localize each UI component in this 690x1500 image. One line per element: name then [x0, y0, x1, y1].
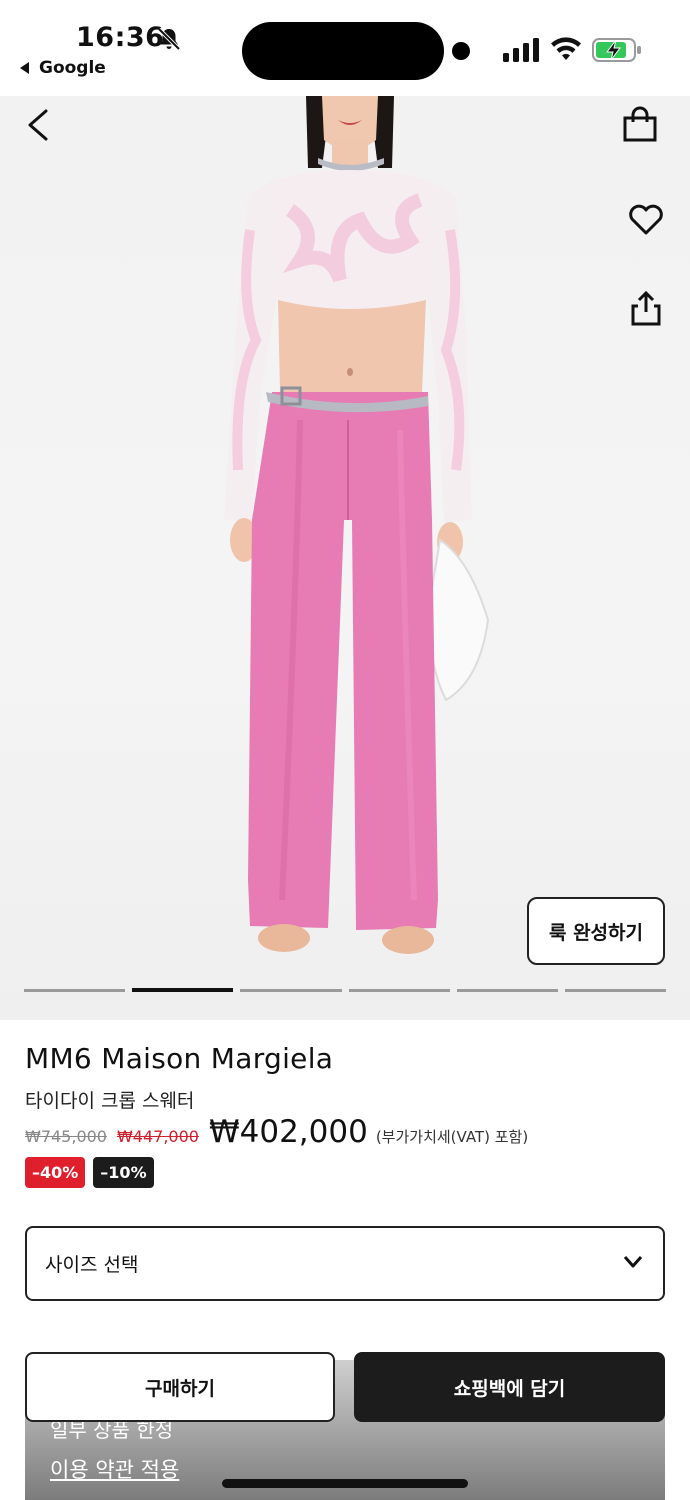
terms-link[interactable]: 이용 약관 적용 — [50, 1454, 179, 1484]
heart-wishlist-icon[interactable] — [628, 204, 664, 236]
extra-discount-badge: –10% — [93, 1157, 154, 1188]
shopping-bag-icon[interactable] — [622, 106, 658, 142]
battery-charging-icon — [592, 38, 641, 62]
carousel-dot-active[interactable] — [132, 988, 234, 992]
price-original: ₩745,000 — [25, 1127, 107, 1146]
size-select-dropdown[interactable]: 사이즈 선택 — [25, 1226, 665, 1301]
buy-now-button[interactable]: 구매하기 — [25, 1352, 335, 1422]
carousel-dot[interactable] — [564, 989, 667, 992]
carousel-dot[interactable] — [456, 989, 558, 992]
add-to-bag-button[interactable]: 쇼핑백에 담기 — [354, 1352, 665, 1422]
product-name: 타이다이 크롭 스웨터 — [25, 1090, 195, 1112]
back-app-label: Google — [39, 58, 106, 78]
discount-badges: –40% –10% — [25, 1157, 154, 1188]
back-arrow-icon[interactable] — [24, 108, 52, 142]
carousel-dot[interactable] — [348, 989, 450, 992]
chevron-down-icon — [623, 1256, 643, 1268]
dynamic-island — [242, 22, 444, 80]
back-to-app[interactable]: Google — [20, 58, 106, 78]
camera-dot — [452, 42, 470, 60]
carousel-indicator — [24, 988, 667, 994]
wifi-icon — [551, 37, 581, 60]
bell-muted-icon — [157, 27, 181, 51]
carousel-dot[interactable] — [24, 989, 126, 992]
product-image-carousel[interactable] — [0, 96, 690, 1020]
share-icon[interactable] — [630, 290, 662, 326]
price-previous: ₩447,000 — [116, 1127, 199, 1146]
status-bar: 16:36 Google — [0, 0, 690, 96]
back-triangle-icon — [20, 62, 29, 74]
home-indicator[interactable] — [222, 1479, 468, 1488]
size-select-label: 사이즈 선택 — [45, 1254, 139, 1276]
complete-look-button[interactable]: 룩 완성하기 — [527, 897, 665, 965]
vat-note: (부가가치세(VAT) 포함) — [375, 1128, 529, 1146]
carousel-dot[interactable] — [240, 989, 342, 992]
product-photo — [224, 96, 490, 954]
cellular-signal-icon — [503, 38, 539, 62]
price-final: ₩402,000 — [208, 1114, 368, 1150]
discount-badge: –40% — [25, 1157, 86, 1188]
status-time: 16:36 — [76, 22, 165, 53]
price-row: ₩745,000 ₩447,000 ₩402,000 (부가가치세(VAT) 포… — [25, 1114, 528, 1150]
product-brand[interactable]: MM6 Maison Margiela — [25, 1042, 333, 1075]
